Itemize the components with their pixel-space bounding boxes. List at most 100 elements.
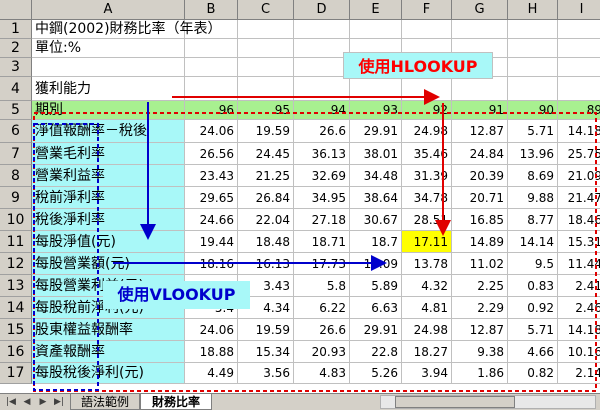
value-cell[interactable]: 14.18 <box>558 120 600 143</box>
value-cell[interactable]: 11.02 <box>452 253 508 275</box>
value-cell[interactable]: 19.59 <box>238 319 294 341</box>
year-header-cell[interactable]: 94 <box>294 101 350 120</box>
select-all-corner[interactable] <box>0 0 32 20</box>
value-cell[interactable]: 4.83 <box>294 363 350 384</box>
cell[interactable] <box>185 77 238 101</box>
first-sheet-button[interactable]: |◀ <box>4 395 18 409</box>
value-cell[interactable]: 26.56 <box>185 143 238 165</box>
value-cell[interactable]: 15.34 <box>238 341 294 363</box>
year-header-cell[interactable]: 93 <box>350 101 402 120</box>
value-cell[interactable]: 26.6 <box>294 319 350 341</box>
cell[interactable] <box>558 77 600 101</box>
row-header-4[interactable]: 4 <box>0 77 32 101</box>
year-header-cell[interactable]: 90 <box>508 101 558 120</box>
value-cell[interactable]: 25.75 <box>558 143 600 165</box>
cell[interactable] <box>558 20 600 39</box>
year-header-cell[interactable]: 91 <box>452 101 508 120</box>
value-cell[interactable]: 9.88 <box>508 187 558 209</box>
year-header-cell[interactable]: 95 <box>238 101 294 120</box>
cell[interactable] <box>558 58 600 77</box>
previous-sheet-button[interactable]: ◀ <box>20 395 34 409</box>
column-header-H[interactable]: H <box>508 0 558 20</box>
cell[interactable] <box>238 77 294 101</box>
year-header-cell[interactable]: 92 <box>402 101 452 120</box>
cell[interactable] <box>185 58 238 77</box>
value-cell[interactable]: 8.77 <box>508 209 558 231</box>
ratio-label-cell[interactable]: 資產報酬率 <box>32 341 185 363</box>
tab-financial-ratio[interactable]: 財務比率 <box>140 394 212 410</box>
cell[interactable] <box>508 58 558 77</box>
row-header-2[interactable]: 2 <box>0 39 32 58</box>
value-cell[interactable]: 18.88 <box>185 341 238 363</box>
next-sheet-button[interactable]: ▶ <box>36 395 50 409</box>
value-cell[interactable]: 21.25 <box>238 165 294 187</box>
row-header-17[interactable]: 17 <box>0 363 32 384</box>
horizontal-scrollbar-thumb[interactable] <box>395 396 515 408</box>
cell[interactable] <box>238 20 294 39</box>
value-cell[interactable]: 26.84 <box>238 187 294 209</box>
section-title-cell[interactable]: 獲利能力 <box>32 77 185 101</box>
row-header-1[interactable]: 1 <box>0 20 32 39</box>
ratio-label-cell[interactable]: 稅前淨利率 <box>32 187 185 209</box>
value-cell[interactable]: 5.89 <box>350 275 402 297</box>
value-cell[interactable]: 21.47 <box>558 187 600 209</box>
value-cell[interactable]: 38.01 <box>350 143 402 165</box>
column-header-B[interactable]: B <box>185 0 238 20</box>
ratio-label-cell[interactable]: 淨值報酬率－稅後 <box>32 120 185 143</box>
value-cell[interactable]: 34.78 <box>402 187 452 209</box>
value-cell[interactable]: 1.86 <box>452 363 508 384</box>
value-cell[interactable]: 18.27 <box>402 341 452 363</box>
period-header-cell[interactable]: 期別 <box>32 101 185 120</box>
value-cell[interactable]: 19.59 <box>238 120 294 143</box>
value-cell[interactable]: 30.67 <box>350 209 402 231</box>
value-cell[interactable]: 10.16 <box>558 341 600 363</box>
value-cell[interactable]: 18.16 <box>185 253 238 275</box>
value-cell[interactable]: 2.41 <box>558 275 600 297</box>
value-cell[interactable]: 36.13 <box>294 143 350 165</box>
cell[interactable] <box>452 20 508 39</box>
row-header-5[interactable]: 5 <box>0 101 32 120</box>
value-cell[interactable]: 2.29 <box>452 297 508 319</box>
ratio-label-cell[interactable]: 每股淨值(元) <box>32 231 185 253</box>
ratio-label-cell[interactable]: 每股稅後淨利(元) <box>32 363 185 384</box>
value-cell[interactable]: 34.48 <box>350 165 402 187</box>
value-cell[interactable]: 14.89 <box>452 231 508 253</box>
year-header-cell[interactable]: 89 <box>558 101 600 120</box>
value-cell[interactable]: 6.22 <box>294 297 350 319</box>
row-header-15[interactable]: 15 <box>0 319 32 341</box>
ratio-label-cell[interactable]: 每股營業額(元) <box>32 253 185 275</box>
cell[interactable] <box>350 77 402 101</box>
cell[interactable] <box>452 77 508 101</box>
column-header-I[interactable]: I <box>558 0 600 20</box>
cell[interactable] <box>294 58 350 77</box>
value-cell[interactable]: 24.66 <box>185 209 238 231</box>
value-cell[interactable]: 0.92 <box>508 297 558 319</box>
ratio-label-cell[interactable]: 稅後淨利率 <box>32 209 185 231</box>
value-cell[interactable]: 18.48 <box>238 231 294 253</box>
value-cell[interactable]: 9.5 <box>508 253 558 275</box>
ratio-label-cell[interactable]: 營業毛利率 <box>32 143 185 165</box>
value-cell[interactable]: 29.91 <box>350 319 402 341</box>
column-header-E[interactable]: E <box>350 0 402 20</box>
value-cell[interactable]: 17.73 <box>294 253 350 275</box>
value-cell[interactable]: 13.78 <box>402 253 452 275</box>
value-cell[interactable]: 4.81 <box>402 297 452 319</box>
unit-cell[interactable]: 單位:% <box>32 39 185 58</box>
row-header-13[interactable]: 13 <box>0 275 32 297</box>
row-header-8[interactable]: 8 <box>0 165 32 187</box>
row-header-16[interactable]: 16 <box>0 341 32 363</box>
year-header-cell[interactable]: 96 <box>185 101 238 120</box>
cell[interactable] <box>294 20 350 39</box>
value-cell[interactable]: 16.13 <box>238 253 294 275</box>
value-cell[interactable]: 18.71 <box>294 231 350 253</box>
value-cell[interactable]: 24.98 <box>402 319 452 341</box>
value-cell[interactable]: 21.09 <box>558 165 600 187</box>
ratio-label-cell[interactable]: 營業利益率 <box>32 165 185 187</box>
column-header-F[interactable]: F <box>402 0 452 20</box>
ratio-label-cell[interactable]: 股東權益報酬率 <box>32 319 185 341</box>
value-cell[interactable]: 29.91 <box>350 120 402 143</box>
cell[interactable] <box>350 20 402 39</box>
value-cell[interactable]: 24.84 <box>452 143 508 165</box>
value-cell[interactable]: 14.14 <box>508 231 558 253</box>
horizontal-scrollbar[interactable] <box>380 395 596 409</box>
